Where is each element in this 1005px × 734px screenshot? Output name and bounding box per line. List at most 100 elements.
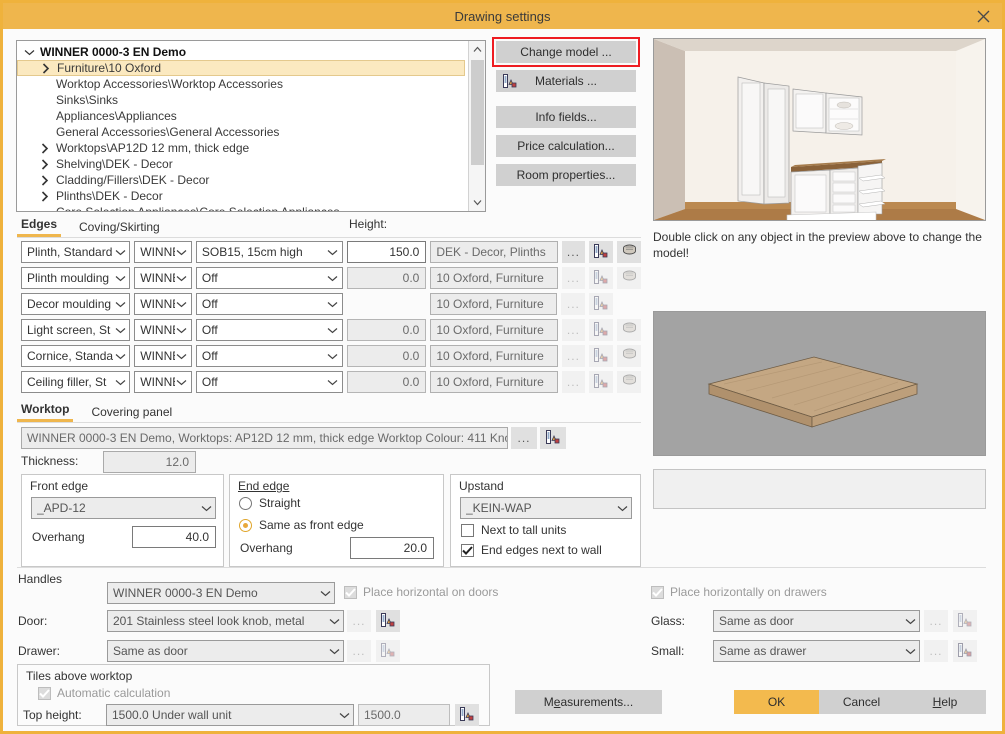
edge-band-button-1[interactable] bbox=[617, 267, 641, 289]
handles-collection-select[interactable]: WINNER 0000-3 EN Demo bbox=[107, 582, 335, 604]
edge-picker-button-3[interactable] bbox=[589, 319, 613, 341]
upstand-profile-select[interactable]: _KEIN-WAP bbox=[460, 497, 632, 519]
edge-type-select-0[interactable]: Plinth, Standard bbox=[21, 241, 130, 263]
edge-material-field-2[interactable]: 10 Oxford, Furniture bbox=[430, 293, 557, 315]
tree-scrollbar[interactable] bbox=[468, 41, 485, 211]
tree-item-6[interactable]: Worktops\AP12D 12 mm, thick edge bbox=[17, 140, 485, 156]
upstand-end-edges-checkbox[interactable]: End edges next to wall bbox=[461, 543, 602, 557]
edge-material-field-3[interactable]: 10 Oxford, Furniture bbox=[430, 319, 557, 341]
place-horizontal-drawers-checkbox[interactable]: Place horizontally on drawers bbox=[651, 585, 827, 599]
tree-item-1[interactable]: Furniture\10 Oxford bbox=[17, 60, 465, 76]
edge-material-field-1[interactable]: 10 Oxford, Furniture bbox=[430, 267, 557, 289]
close-icon[interactable] bbox=[972, 6, 994, 26]
edge-type-select-1[interactable]: Plinth moulding bbox=[21, 267, 130, 289]
edge-brand-select-5[interactable]: WINNE bbox=[134, 371, 192, 393]
tiles-picker-button[interactable] bbox=[455, 704, 479, 726]
handles-drawer-ellipsis-button[interactable]: ... bbox=[347, 640, 371, 662]
worktop-tab-1[interactable]: Covering panel bbox=[87, 405, 176, 422]
edge-variant-select-5[interactable]: Off bbox=[196, 371, 343, 393]
chevron-down-icon[interactable] bbox=[469, 194, 485, 211]
front-edge-overhang-field[interactable]: 40.0 bbox=[132, 526, 216, 548]
tree-item-5[interactable]: General Accessories\General Accessories bbox=[17, 124, 485, 140]
edge-band-button-4[interactable] bbox=[617, 345, 641, 367]
change-model-button[interactable]: Change model ... bbox=[496, 41, 636, 63]
edge-variant-select-1[interactable]: Off bbox=[196, 267, 343, 289]
edge-ellipsis-button-1[interactable]: ... bbox=[562, 267, 586, 289]
chevron-right-icon[interactable] bbox=[38, 63, 54, 74]
handles-door-ellipsis-button[interactable]: ... bbox=[347, 610, 371, 632]
scrollbar-thumb[interactable] bbox=[471, 60, 484, 165]
edge-material-field-5[interactable]: 10 Oxford, Furniture bbox=[430, 371, 557, 393]
tree-item-4[interactable]: Appliances\Appliances bbox=[17, 108, 485, 124]
place-horizontal-doors-checkbox[interactable]: Place horizontal on doors bbox=[344, 585, 498, 599]
measurements-button[interactable]: Measurements... bbox=[515, 690, 662, 714]
worktop-material-picker-button[interactable] bbox=[540, 427, 566, 449]
ok-button[interactable]: OK bbox=[734, 690, 819, 714]
tiles-top-height-select[interactable]: 1500.0 Under wall unit bbox=[106, 704, 354, 726]
worktop-ellipsis-button[interactable]: ... bbox=[511, 427, 537, 449]
edge-band-button-5[interactable] bbox=[617, 371, 641, 393]
tree-item-3[interactable]: Sinks\Sinks bbox=[17, 92, 485, 108]
edge-ellipsis-button-3[interactable]: ... bbox=[562, 319, 586, 341]
edge-picker-button-5[interactable] bbox=[589, 371, 613, 393]
edge-picker-button-0[interactable] bbox=[589, 241, 613, 263]
handles-small-ellipsis-button[interactable]: ... bbox=[924, 640, 948, 662]
edge-brand-select-2[interactable]: WINNE bbox=[134, 293, 192, 315]
handles-drawer-picker-button[interactable] bbox=[376, 640, 400, 662]
thickness-field[interactable]: 12.0 bbox=[103, 451, 196, 473]
edge-variant-select-3[interactable]: Off bbox=[196, 319, 343, 341]
edge-brand-select-0[interactable]: WINNE bbox=[134, 241, 192, 263]
upstand-next-to-tall-checkbox[interactable]: Next to tall units bbox=[461, 523, 566, 537]
chevron-right-icon[interactable] bbox=[37, 159, 53, 170]
edge-height-field-5[interactable]: 0.0 bbox=[347, 371, 427, 393]
end-edge-same-as-front-radio[interactable]: Same as front edge bbox=[239, 518, 364, 532]
edges-tab-1[interactable]: Coving/Skirting bbox=[75, 220, 164, 237]
chevron-up-icon[interactable] bbox=[469, 41, 485, 58]
handles-door-picker-button[interactable] bbox=[376, 610, 400, 632]
handles-door-select[interactable]: 201 Stainless steel look knob, metal bbox=[107, 610, 344, 632]
edge-brand-select-3[interactable]: WINNE bbox=[134, 319, 192, 341]
chevron-right-icon[interactable] bbox=[37, 143, 53, 154]
edge-picker-button-4[interactable] bbox=[589, 345, 613, 367]
tree-item-7[interactable]: Shelving\DEK - Decor bbox=[17, 156, 485, 172]
info-fields-button[interactable]: Info fields... bbox=[496, 106, 636, 128]
tree-item-2[interactable]: Worktop Accessories\Worktop Accessories bbox=[17, 76, 485, 92]
edge-type-select-5[interactable]: Ceiling filler, St bbox=[21, 371, 130, 393]
edge-height-field-0[interactable]: 150.0 bbox=[347, 241, 427, 263]
handles-small-select[interactable]: Same as drawer bbox=[713, 640, 920, 662]
end-edge-overhang-field[interactable]: 20.0 bbox=[350, 537, 434, 559]
edge-height-field-1[interactable]: 0.0 bbox=[347, 267, 427, 289]
help-button[interactable]: Help bbox=[904, 690, 986, 714]
edge-picker-button-1[interactable] bbox=[589, 267, 613, 289]
edge-brand-select-4[interactable]: WINNE bbox=[134, 345, 192, 367]
handles-glass-picker-button[interactable] bbox=[953, 610, 977, 632]
part-preview[interactable] bbox=[653, 311, 986, 456]
tree-item-8[interactable]: Cladding/Fillers\DEK - Decor bbox=[17, 172, 485, 188]
edge-ellipsis-button-0[interactable]: ... bbox=[562, 241, 586, 263]
chevron-right-icon[interactable] bbox=[37, 175, 53, 186]
edge-type-select-4[interactable]: Cornice, Standa bbox=[21, 345, 130, 367]
model-tree[interactable]: WINNER 0000-3 EN DemoFurniture\10 Oxford… bbox=[16, 40, 486, 212]
edge-picker-button-2[interactable] bbox=[589, 293, 613, 315]
edge-material-field-0[interactable]: DEK - Decor, Plinths bbox=[430, 241, 557, 263]
tiles-automatic-checkbox[interactable]: Automatic calculation bbox=[38, 686, 170, 700]
tree-item-10[interactable]: Core Selection Appliances\Core Selection… bbox=[17, 204, 485, 212]
worktop-tabs[interactable]: Worktop Covering panel bbox=[17, 402, 641, 422]
edges-tabs[interactable]: Edges Coving/Skirting bbox=[17, 217, 641, 237]
edge-material-field-4[interactable]: 10 Oxford, Furniture bbox=[430, 345, 557, 367]
price-calculation-button[interactable]: Price calculation... bbox=[496, 135, 636, 157]
edge-variant-select-2[interactable]: Off bbox=[196, 293, 343, 315]
tree-item-9[interactable]: Plinths\DEK - Decor bbox=[17, 188, 485, 204]
front-edge-profile-select[interactable]: _APD-12 bbox=[31, 497, 216, 519]
chevron-down-icon[interactable] bbox=[21, 49, 37, 56]
edge-band-button-0[interactable] bbox=[617, 241, 641, 263]
edge-ellipsis-button-5[interactable]: ... bbox=[562, 371, 586, 393]
edge-type-select-3[interactable]: Light screen, St bbox=[21, 319, 130, 341]
edges-tab-0[interactable]: Edges bbox=[17, 217, 61, 237]
edge-variant-select-0[interactable]: SOB15, 15cm high bbox=[196, 241, 343, 263]
edge-brand-select-1[interactable]: WINNE bbox=[134, 267, 192, 289]
worktop-tab-0[interactable]: Worktop bbox=[17, 402, 73, 422]
handles-drawer-select[interactable]: Same as door bbox=[107, 640, 344, 662]
room-preview[interactable] bbox=[653, 38, 986, 221]
edge-ellipsis-button-2[interactable]: ... bbox=[561, 293, 585, 315]
